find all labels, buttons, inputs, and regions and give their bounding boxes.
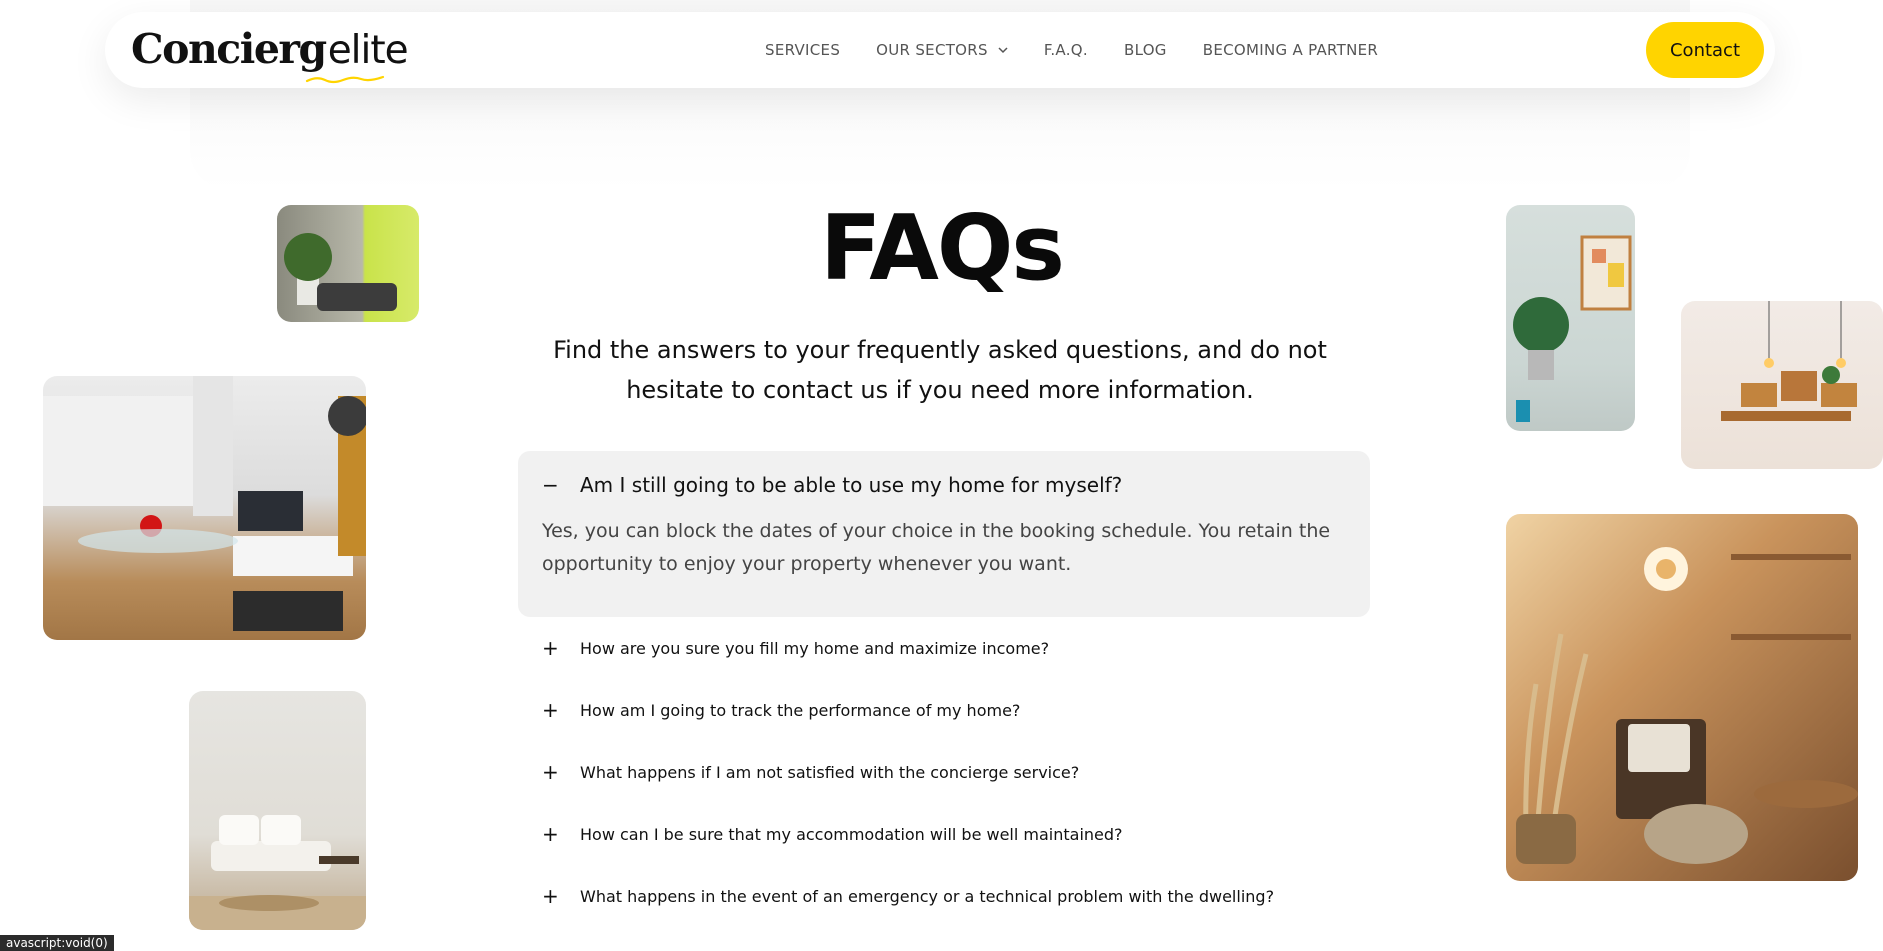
photo-plant-corner bbox=[277, 205, 419, 322]
nav-item-blog[interactable]: BLOG bbox=[1124, 41, 1167, 59]
faq-question-text: What happens if I am not satisfied with … bbox=[580, 762, 1080, 782]
page-subtitle: Find the answers to your frequently aske… bbox=[553, 336, 1327, 404]
reading-corner-illustration bbox=[1516, 547, 1858, 864]
faq-question-text: Am I still going to be able to use my ho… bbox=[580, 473, 1123, 497]
nav-item-services[interactable]: SERVICES bbox=[765, 41, 840, 59]
nav-item-our-sectors[interactable]: OUR SECTORS bbox=[876, 41, 1008, 59]
kitchen-illustration bbox=[43, 376, 366, 631]
photo-wooden-shelves bbox=[1681, 301, 1883, 469]
nav-item-our-sectors-label: OUR SECTORS bbox=[876, 41, 988, 59]
faq-item[interactable]: + How am I going to track the performanc… bbox=[518, 679, 1370, 741]
browser-status-tooltip: avascript:void(0) bbox=[0, 935, 114, 951]
photo-wall-frame-plant bbox=[1506, 205, 1635, 431]
contact-button[interactable]: Contact bbox=[1646, 22, 1764, 78]
frame-illustration bbox=[1513, 235, 1632, 422]
navbar: Concierg elite SERVICES OUR SECTORS F.A.Q… bbox=[105, 12, 1775, 88]
plant-illustration bbox=[284, 233, 397, 311]
shelves-illustration bbox=[1721, 301, 1857, 421]
faq-question-text: How can I be sure that my accommodation … bbox=[580, 824, 1123, 844]
plus-icon: + bbox=[542, 760, 559, 784]
chevron-down-icon bbox=[998, 47, 1008, 54]
plus-icon: + bbox=[542, 698, 559, 722]
faq-item[interactable]: + What happens if I am not satisfied wit… bbox=[518, 741, 1370, 803]
logo-swoosh-icon bbox=[305, 75, 385, 84]
page: Concierg elite SERVICES OUR SECTORS F.A.Q… bbox=[0, 0, 1883, 951]
faq-item[interactable]: + How can I be sure that my accommodatio… bbox=[518, 803, 1370, 865]
logo[interactable]: Concierg elite bbox=[131, 25, 409, 84]
faq-list: − Am I still going to be able to use my … bbox=[518, 451, 1370, 927]
plus-icon: + bbox=[542, 636, 559, 660]
faq-item[interactable]: + What happens in the event of an emerge… bbox=[518, 865, 1370, 927]
logo-text-bold: Concierg bbox=[131, 25, 327, 73]
plus-icon: + bbox=[542, 884, 559, 908]
logo-text-light: elite bbox=[327, 28, 409, 73]
faq-question-text: How are you sure you fill my home and ma… bbox=[580, 638, 1050, 658]
faq-item[interactable]: + How are you sure you fill my home and … bbox=[518, 617, 1370, 679]
photo-cozy-reading-corner bbox=[1506, 514, 1858, 881]
faq-question-text: How am I going to track the performance … bbox=[580, 700, 1021, 720]
photo-living-sofa bbox=[189, 691, 366, 930]
minus-icon: − bbox=[542, 473, 559, 497]
nav-item-becoming-a-partner[interactable]: BECOMING A PARTNER bbox=[1203, 41, 1378, 59]
plus-icon: + bbox=[542, 822, 559, 846]
faq-question-text: What happens in the event of an emergenc… bbox=[580, 886, 1275, 906]
faq-answer-text: Yes, you can block the dates of your cho… bbox=[542, 520, 1331, 575]
nav-item-faq[interactable]: F.A.Q. bbox=[1044, 41, 1088, 59]
faq-question-toggle[interactable]: − Am I still going to be able to use my … bbox=[542, 469, 1346, 501]
sofa-illustration bbox=[189, 815, 366, 930]
nav-links: SERVICES OUR SECTORS F.A.Q. BLOG BECOMIN… bbox=[765, 12, 1378, 88]
photo-kitchen-dining bbox=[43, 376, 366, 640]
faq-item-open: − Am I still going to be able to use my … bbox=[518, 451, 1370, 617]
